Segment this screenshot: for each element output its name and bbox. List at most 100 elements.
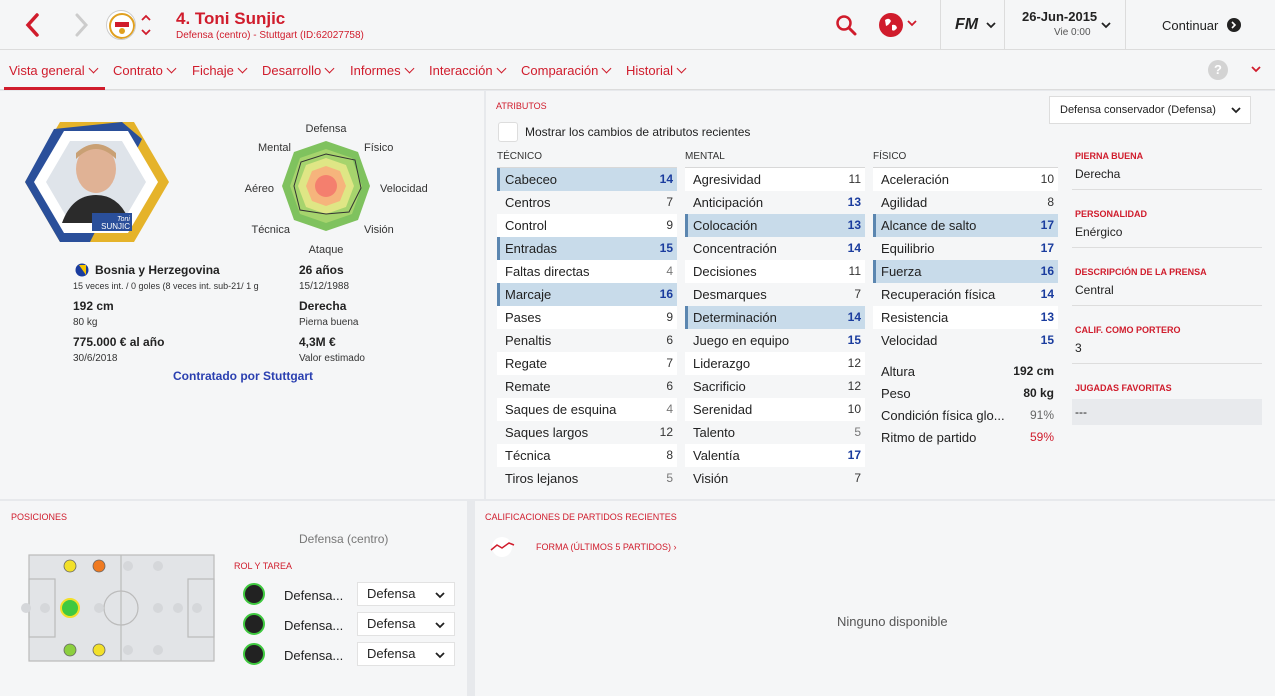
search-icon[interactable] xyxy=(835,14,857,36)
attribute-row[interactable]: Centros 7 xyxy=(497,191,677,214)
duty-dropdown[interactable]: Defensa xyxy=(357,582,455,606)
attribute-row[interactable]: Regate 7 xyxy=(497,352,677,375)
attribute-row[interactable]: Remate 6 xyxy=(497,375,677,398)
attribute-value: 7 xyxy=(854,287,861,301)
attribute-value: 17 xyxy=(1040,241,1054,255)
tab-transfer[interactable]: Fichaje xyxy=(192,63,248,78)
role-selector-dropdown[interactable]: Defensa conservador (Defensa) xyxy=(1049,96,1251,124)
attribute-row[interactable]: Pases 9 xyxy=(497,306,677,329)
continue-arrow-icon[interactable] xyxy=(1227,18,1241,32)
attribute-row[interactable]: Tiros lejanos 5 xyxy=(497,467,677,490)
back-arrow-icon[interactable] xyxy=(20,11,46,39)
attribute-value: 11 xyxy=(848,264,861,278)
chevron-down-icon[interactable] xyxy=(1250,63,1262,75)
chevron-down-icon[interactable] xyxy=(906,17,918,29)
tab-contract[interactable]: Contrato xyxy=(113,63,177,78)
attribute-row[interactable]: Juego en equipo 15 xyxy=(685,329,865,352)
preferred-foot-label: Pierna buena xyxy=(299,317,359,328)
role-duty-label: ROL Y TAREA xyxy=(234,561,293,571)
attribute-row[interactable]: Equilibrio 17 xyxy=(873,237,1058,260)
radar-label-attack: Ataque xyxy=(309,244,344,256)
show-changes-checkbox[interactable] xyxy=(498,122,518,142)
attribute-value: 8 xyxy=(1047,195,1054,209)
form-chart-icon xyxy=(490,537,515,557)
attribute-row[interactable]: Serenidad 10 xyxy=(685,398,865,421)
tab-comparison[interactable]: Comparación xyxy=(521,63,612,78)
fm-logo[interactable]: FM xyxy=(955,16,978,34)
attribute-row[interactable]: Agilidad 8 xyxy=(873,191,1058,214)
duty-dropdown[interactable]: Defensa xyxy=(357,612,455,636)
attribute-row[interactable]: Faltas directas 4 xyxy=(497,260,677,283)
nationality[interactable]: Bosnia y Herzegovina xyxy=(95,263,220,277)
attribute-row[interactable]: Colocación 13 xyxy=(685,214,865,237)
chevron-down-icon[interactable] xyxy=(985,19,997,31)
contract-link[interactable]: Contratado por Stuttgart xyxy=(173,369,313,383)
chevron-down-icon xyxy=(1231,107,1241,114)
attribute-value: 6 xyxy=(666,333,673,347)
chevron-down-icon[interactable] xyxy=(1100,19,1112,31)
form-link[interactable]: FORMA (ÚLTIMOS 5 PARTIDOS) › xyxy=(536,542,677,552)
positions-section-label: POSICIONES xyxy=(11,512,68,522)
tab-interaction[interactable]: Interacción xyxy=(429,63,507,78)
attribute-row[interactable]: Saques largos 12 xyxy=(497,421,677,444)
player-subtitle[interactable]: Defensa (centro) - Stuttgart (ID:6202775… xyxy=(176,30,364,41)
attribute-row[interactable]: Fuerza 16 xyxy=(873,260,1058,283)
tab-history[interactable]: Historial xyxy=(626,63,687,78)
attribute-value: 12 xyxy=(659,425,673,439)
tab-overview[interactable]: Vista general xyxy=(9,63,99,78)
attribute-row[interactable]: Sacrificio 12 xyxy=(685,375,865,398)
attribute-row[interactable]: Resistencia 13 xyxy=(873,306,1058,329)
tab-development[interactable]: Desarrollo xyxy=(262,63,335,78)
attribute-row[interactable]: Determinación 14 xyxy=(685,306,865,329)
game-date[interactable]: 26-Jun-2015 xyxy=(1022,9,1097,24)
date-of-birth: 15/12/1988 xyxy=(299,281,350,292)
attribute-row[interactable]: Recuperación física 14 xyxy=(873,283,1058,306)
attribute-row[interactable]: Agresividad 11 xyxy=(685,168,865,191)
attribute-row[interactable]: Penaltis 6 xyxy=(497,329,677,352)
extra-stat-row: Peso 80 kg xyxy=(881,386,1054,401)
attribute-row[interactable]: Desmarques 7 xyxy=(685,283,865,306)
globe-icon[interactable] xyxy=(879,13,903,37)
attribute-name: Cabeceo xyxy=(505,172,558,187)
attribute-row[interactable]: Aceleración 10 xyxy=(873,168,1058,191)
attribute-name: Concentración xyxy=(693,241,777,256)
attribute-row[interactable]: Marcaje 16 xyxy=(497,283,677,306)
club-crest-icon[interactable] xyxy=(106,10,136,40)
role-suitability-icon xyxy=(243,613,265,635)
attribute-name: Entradas xyxy=(505,241,558,256)
radar-label-vision: Visión xyxy=(364,224,394,236)
current-position: Defensa (centro) xyxy=(299,532,389,546)
attribute-row[interactable]: Concentración 14 xyxy=(685,237,865,260)
attribute-row[interactable]: Anticipación 13 xyxy=(685,191,865,214)
info-media-description: DESCRIPCIÓN DE LA PRENSA Central xyxy=(1072,267,1262,306)
tab-reports[interactable]: Informes xyxy=(350,63,415,78)
player-switch-icon[interactable] xyxy=(140,11,152,39)
continue-button[interactable]: Continuar xyxy=(1162,18,1218,33)
attribute-value: 12 xyxy=(847,379,861,393)
attribute-row[interactable]: Técnica 8 xyxy=(497,444,677,467)
no-ratings-message: Ninguno disponible xyxy=(837,614,948,629)
attribute-value: 7 xyxy=(666,195,673,209)
duty-dropdown[interactable]: Defensa xyxy=(357,642,455,666)
position-pitch[interactable] xyxy=(18,553,218,663)
game-day: Vie 0:00 xyxy=(1054,27,1091,38)
help-icon[interactable]: ? xyxy=(1208,60,1228,80)
attribute-row[interactable]: Control 9 xyxy=(497,214,677,237)
attribute-row[interactable]: Saques de esquina 4 xyxy=(497,398,677,421)
profile-panel: Toni SUNJIC Defensa Físico Velocidad Vis… xyxy=(0,91,484,499)
attribute-row[interactable]: Cabeceo 14 xyxy=(497,168,677,191)
age: 26 años xyxy=(299,263,344,277)
attribute-row[interactable]: Velocidad 15 xyxy=(873,329,1058,352)
attribute-row[interactable]: Liderazgo 12 xyxy=(685,352,865,375)
forward-arrow-icon[interactable] xyxy=(68,11,94,39)
attribute-row[interactable]: Talento 5 xyxy=(685,421,865,444)
extra-stat-row: Ritmo de partido 59% xyxy=(881,430,1054,445)
attribute-row[interactable]: Decisiones 11 xyxy=(685,260,865,283)
attribute-row[interactable]: Alcance de salto 17 xyxy=(873,214,1058,237)
attribute-row[interactable]: Entradas 15 xyxy=(497,237,677,260)
attribute-value: 10 xyxy=(1040,172,1054,186)
attribute-row[interactable]: Valentía 17 xyxy=(685,444,865,467)
attribute-row[interactable]: Visión 7 xyxy=(685,467,865,490)
attribute-value: 17 xyxy=(847,448,861,462)
attribute-name: Recuperación física xyxy=(881,287,996,302)
